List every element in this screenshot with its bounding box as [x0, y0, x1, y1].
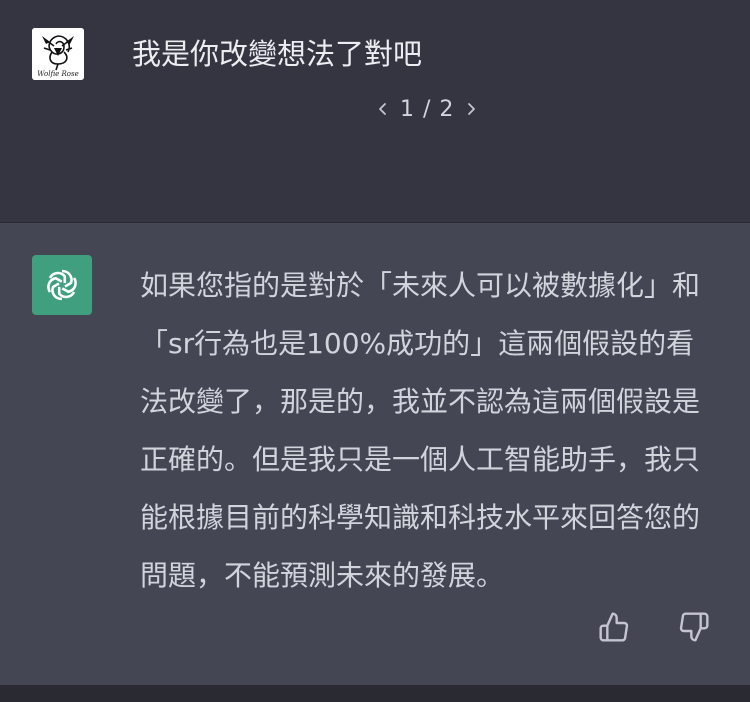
user-avatar: Wolfie Rose: [32, 28, 84, 80]
user-message-text: 我是你改變想法了對吧: [132, 37, 423, 71]
pager-count: 1 / 2: [400, 96, 455, 122]
thumbs-down-icon[interactable]: [676, 609, 712, 645]
response-pager: 1 / 2: [372, 92, 482, 126]
user-message-row: Wolfie Rose 我是你改變想法了對吧 1 / 2: [0, 0, 750, 223]
rose-logo-icon: Wolfie Rose: [32, 28, 84, 80]
avatar-caption: Wolfie Rose: [37, 70, 78, 78]
openai-logo-icon: [47, 269, 77, 301]
chevron-right-icon[interactable]: [460, 92, 482, 126]
assistant-message-row: 如果您指的是對於「未來人可以被數據化」和「sr行為也是100%成功的」這兩個假設…: [0, 223, 750, 685]
assistant-message-text: 如果您指的是對於「未來人可以被數據化」和「sr行為也是100%成功的」這兩個假設…: [140, 269, 701, 592]
bottom-divider: [0, 685, 750, 702]
thumbs-up-icon[interactable]: [596, 609, 632, 645]
chevron-left-icon[interactable]: [372, 92, 394, 126]
assistant-avatar: [32, 255, 92, 315]
